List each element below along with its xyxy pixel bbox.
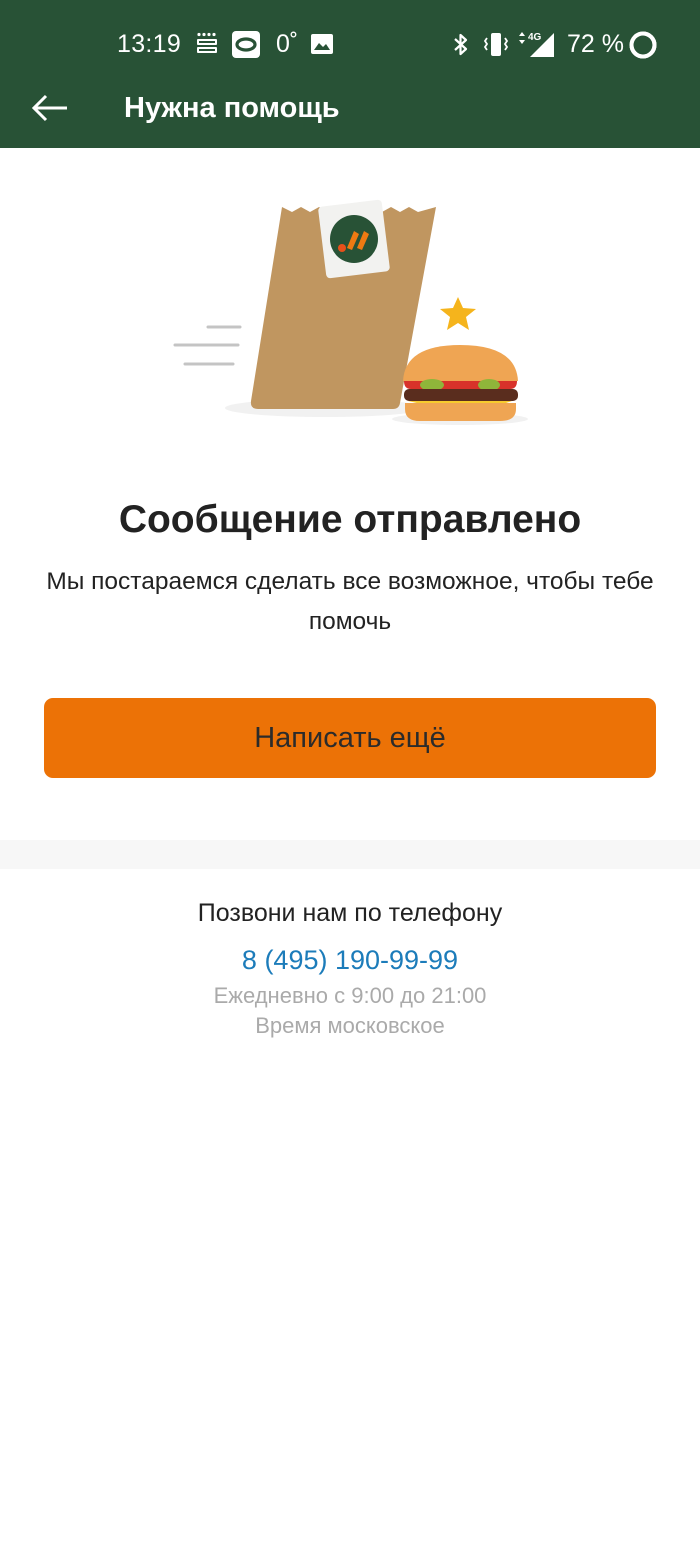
- battery-percent: 72 %: [567, 30, 624, 58]
- ok-icon: [232, 31, 260, 58]
- status-time: 13:19: [117, 30, 182, 58]
- arrow-left-icon: [31, 94, 67, 122]
- back-button[interactable]: [20, 80, 80, 136]
- gallery-icon: [311, 34, 333, 54]
- success-title: Сообщение отправлено: [118, 498, 582, 541]
- signal-icon: 4G: [519, 32, 554, 57]
- phone-link[interactable]: 8 (495) 190-99-99: [0, 945, 700, 976]
- bag-burger-illustration: [173, 199, 528, 425]
- battery-icon: [629, 31, 657, 59]
- status-bar: 13:19 0˚ 4G 72 %: [0, 18, 700, 70]
- working-hours: Ежедневно с 9:00 до 21:00: [213, 983, 487, 1008]
- write-again-button[interactable]: Написать ещё: [44, 698, 656, 778]
- vibrate-icon: [483, 33, 509, 56]
- detmir-icon: [197, 32, 217, 53]
- success-subtitle: Мы постараемся сделать все возможное, чт…: [46, 568, 654, 635]
- top-bar: 13:19 0˚ 4G 72 % Нужна помощь: [0, 0, 700, 148]
- bluetooth-icon: [454, 33, 468, 56]
- svg-text:4G: 4G: [528, 32, 542, 43]
- call-us-heading: Позвони нам по телефону: [197, 899, 503, 927]
- timezone-note: Время московское: [255, 1013, 445, 1038]
- temperature: 0˚: [276, 30, 299, 58]
- app-bar: Нужна помощь: [0, 72, 700, 148]
- page-title: Нужна помощь: [124, 92, 340, 124]
- section-divider: [0, 840, 700, 869]
